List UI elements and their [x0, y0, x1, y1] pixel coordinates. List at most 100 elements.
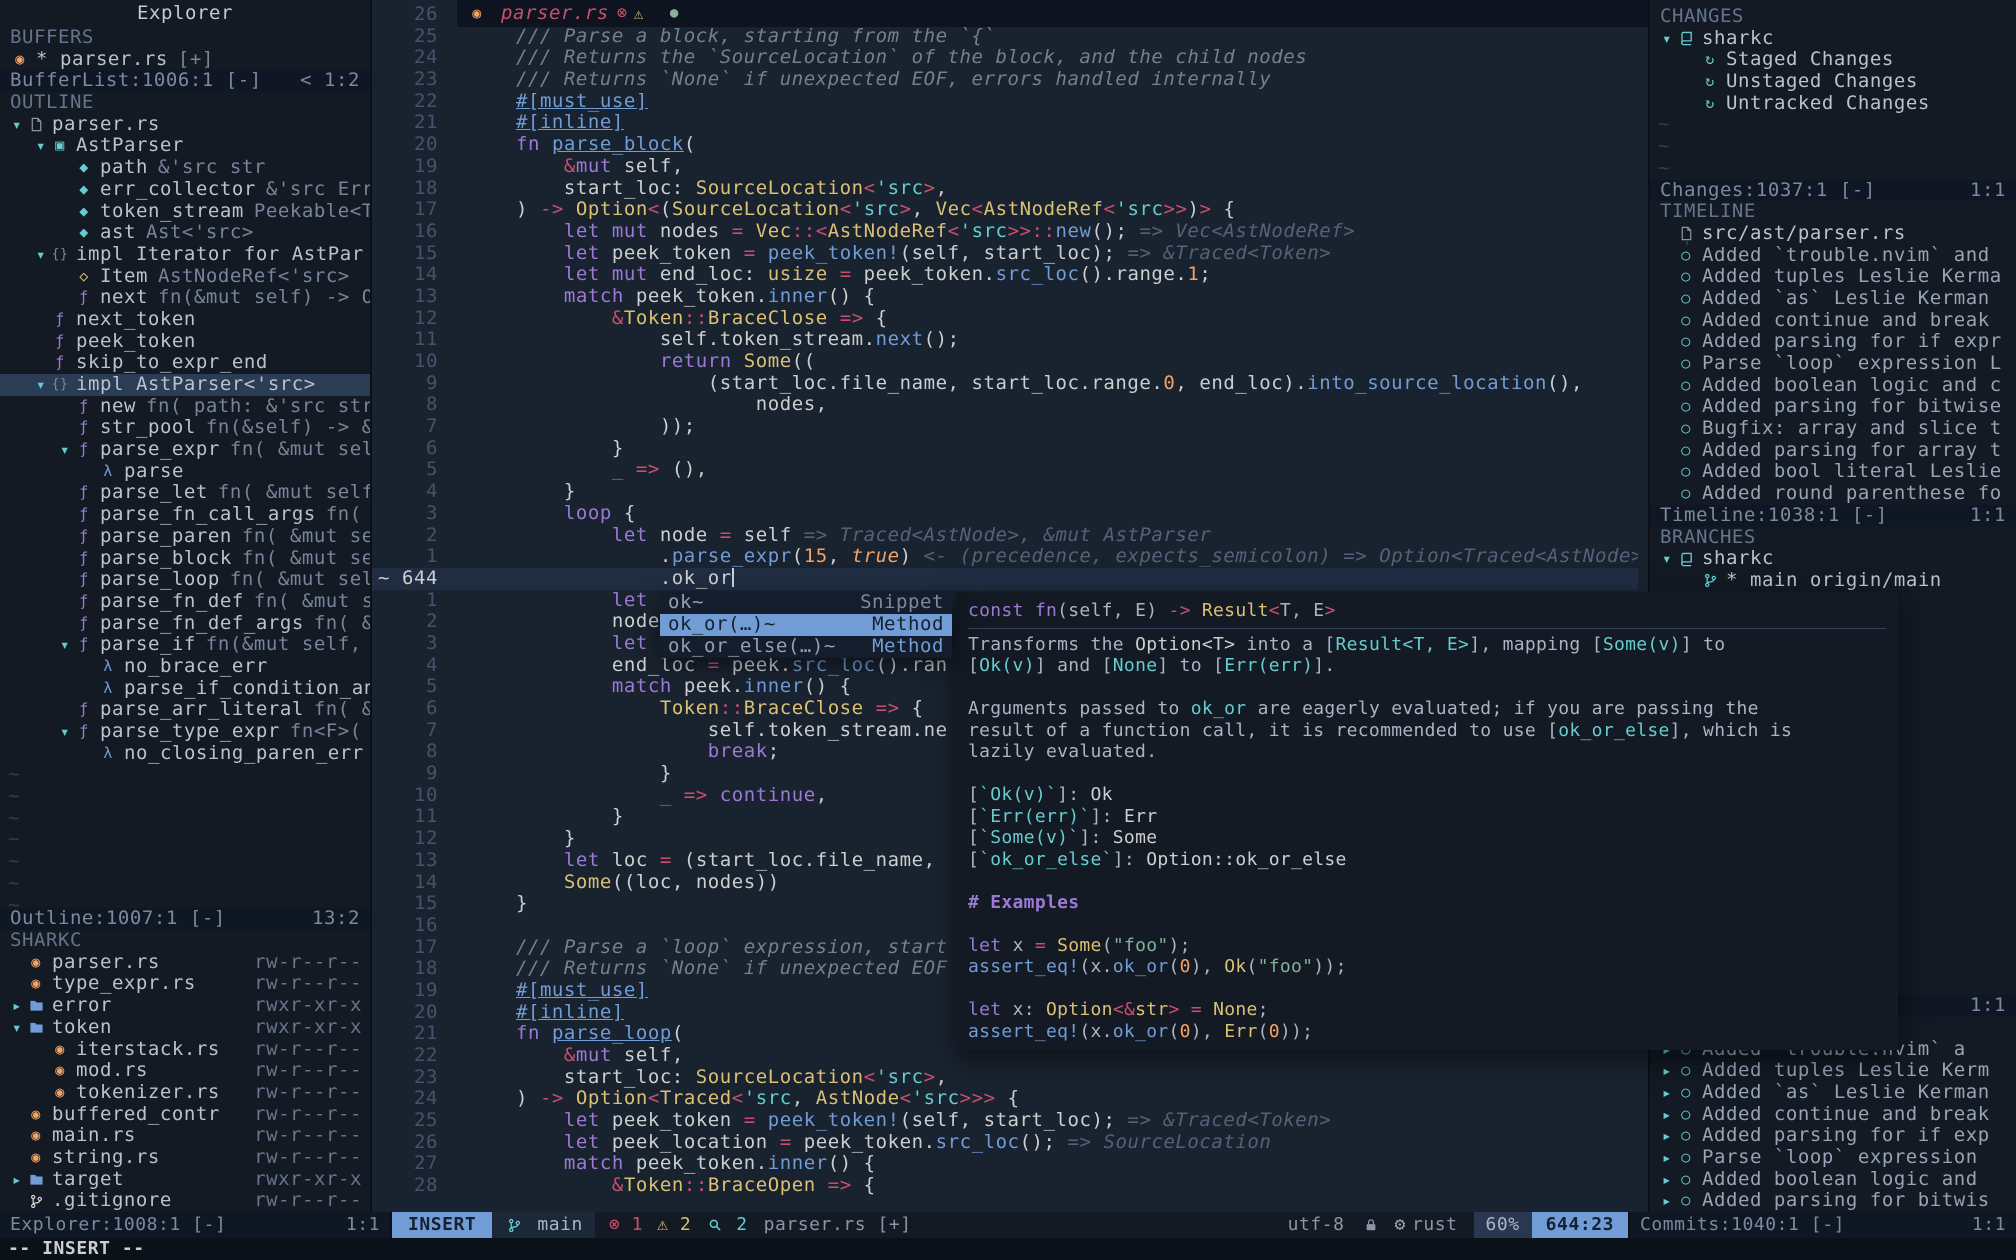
file-item[interactable]: .gitignorerw-r--r-- — [0, 1190, 370, 1212]
code-line[interactable]: #[must_use] — [452, 91, 1638, 113]
timeline-commit[interactable]: ○Added parsing for array t — [1650, 440, 2016, 462]
completion-item[interactable]: ok_or(…)~Method — [660, 614, 952, 636]
code-line[interactable]: &Token::BraceClose => { — [452, 308, 1638, 330]
timeline-commit[interactable]: ○Added boolean logic and c — [1650, 375, 2016, 397]
code-line[interactable]: loop { — [452, 503, 1638, 525]
changes-item[interactable]: ▾sharkc — [1650, 28, 2016, 50]
code-line[interactable]: let mut nodes = Vec::<AstNodeRef<'src>>:… — [452, 221, 1638, 243]
commit-item[interactable]: ▸○Added tuples Leslie Kerm — [1650, 1060, 2016, 1082]
hint-count[interactable]: 2 — [705, 1214, 747, 1236]
outline-item[interactable]: ▾{}impl Iterator for AstPar — [0, 244, 370, 266]
tab-filename[interactable]: parser.rs — [501, 3, 609, 25]
branch-item[interactable]: ▾sharkc — [1650, 548, 2016, 570]
code-line[interactable]: /// Returns `None` if unexpected EOF, er… — [452, 69, 1638, 91]
outline-item[interactable]: ƒpeek_token — [0, 331, 370, 353]
outline-item[interactable]: ƒstr_poolfn(&self) -> & — [0, 417, 370, 439]
timeline-commit[interactable]: ○Parse `loop` expression L — [1650, 353, 2016, 375]
code-line[interactable]: let mut end_loc: usize = peek_token.src_… — [452, 264, 1638, 286]
outline-item[interactable]: ƒparse_fn_call_argsfn( — [0, 504, 370, 526]
code-line[interactable]: } — [452, 481, 1638, 503]
code-line[interactable]: self.token_stream.next(); — [452, 329, 1638, 351]
outline-item[interactable]: ▾ƒparse_type_exprfn<F>( — [0, 721, 370, 743]
file-item[interactable]: ◉buffered_contrrw-r--r-- — [0, 1104, 370, 1126]
timeline-commit[interactable]: ○Added round parenthese fo — [1650, 483, 2016, 505]
code-line[interactable]: &Token::BraceOpen => { — [452, 1175, 1638, 1197]
commit-item[interactable]: ▸○Added boolean logic and — [1650, 1169, 2016, 1191]
outline-item[interactable]: ƒnext_token — [0, 309, 370, 331]
outline-item[interactable]: ▾{}impl AstParser<'src> — [0, 374, 370, 396]
file-item[interactable]: ▾tokenrwxr-xr-x — [0, 1017, 370, 1039]
timeline-commit[interactable]: ○Added bool literal Leslie — [1650, 461, 2016, 483]
file-item[interactable]: ◉parser.rsrw-r--r-- — [0, 952, 370, 974]
error-count[interactable]: ⊗ 1 — [609, 1214, 643, 1236]
code-line[interactable]: } — [452, 438, 1638, 460]
outline-item[interactable]: ▾ƒparse_iffn(&mut self, — [0, 634, 370, 656]
git-branch-indicator[interactable]: main — [492, 1212, 595, 1238]
file-item[interactable]: ◉string.rsrw-r--r-- — [0, 1147, 370, 1169]
outline-item[interactable]: ▾parser.rs — [0, 114, 370, 136]
code-line[interactable]: let node = self => Traced<AstNode>, &mut… — [452, 525, 1638, 547]
outline-item[interactable]: ◆err_collector&'src Err — [0, 179, 370, 201]
outline-item[interactable]: ƒnewfn( path: &'src str — [0, 396, 370, 418]
outline-item[interactable]: λno_closing_paren_err — [0, 743, 370, 765]
code-line[interactable]: _ => (), — [452, 459, 1638, 481]
outline-item[interactable]: ƒparse_arr_literalfn( & — [0, 699, 370, 721]
warning-count[interactable]: ⚠ 2 — [657, 1214, 691, 1236]
code-line[interactable]: return Some(( — [452, 351, 1638, 373]
code-line[interactable]: let peek_token = peek_token!(self, start… — [452, 243, 1638, 265]
timeline-file[interactable]: src/ast/parser.rs — [1650, 223, 2016, 245]
code-line[interactable]: fn parse_block( — [452, 134, 1638, 156]
file-item[interactable]: ◉main.rsrw-r--r-- — [0, 1125, 370, 1147]
outline-item[interactable]: ▾▣AstParser — [0, 135, 370, 157]
commit-item[interactable]: ▸○Added parsing for bitwis — [1650, 1190, 2016, 1212]
outline-item[interactable]: ◆astAst<'src> — [0, 222, 370, 244]
code-line[interactable]: match peek_token.inner() { — [452, 286, 1638, 308]
code-line[interactable]: ) -> Option<(SourceLocation<'src>, Vec<A… — [452, 199, 1638, 221]
code-line[interactable]: .parse_expr(15, true) <- (precedence, ex… — [452, 546, 1638, 568]
outline-item[interactable]: ƒparse_loopfn( &mut sel — [0, 569, 370, 591]
outline-item[interactable]: ƒnextfn(&mut self) -> O — [0, 287, 370, 309]
file-item[interactable]: ◉type_expr.rsrw-r--r-- — [0, 973, 370, 995]
file-item[interactable]: ◉tokenizer.rsrw-r--r-- — [0, 1082, 370, 1104]
outline-item[interactable]: ◇ItemAstNodeRef<'src> — [0, 266, 370, 288]
outline-item[interactable]: ƒskip_to_expr_end — [0, 352, 370, 374]
branch-item[interactable]: * main origin/main — [1650, 570, 2016, 592]
outline-item[interactable]: ◆path&'src str — [0, 157, 370, 179]
code-line[interactable]: let peek_token = peek_token!(self, start… — [452, 1110, 1638, 1132]
timeline-commit[interactable]: ○Added parsing for bitwise — [1650, 396, 2016, 418]
timeline-commit[interactable]: ○Added parsing for if expr — [1650, 331, 2016, 353]
timeline-commit[interactable]: ○Bugfix: array and slice t — [1650, 418, 2016, 440]
outline-item[interactable]: λno_brace_err — [0, 656, 370, 678]
code-line[interactable]: (start_loc.file_name, start_loc.range.0,… — [452, 373, 1638, 395]
timeline-commit[interactable]: ○Added tuples Leslie Kerma — [1650, 266, 2016, 288]
commit-item[interactable]: ▸○Added `as` Leslie Kerman — [1650, 1082, 2016, 1104]
code-line[interactable]: )); — [452, 416, 1638, 438]
outline-item[interactable]: ƒparse_fn_deffn( &mut s — [0, 591, 370, 613]
timeline-commit[interactable]: ○Added `as` Leslie Kerman — [1650, 288, 2016, 310]
file-item[interactable]: ▸targetrwxr-xr-x — [0, 1169, 370, 1191]
completion-item[interactable]: ok~Snippet — [660, 592, 952, 614]
changes-item[interactable]: ↻Staged Changes — [1650, 49, 2016, 71]
code-line[interactable]: /// Returns the `SourceLocation` of the … — [452, 47, 1638, 69]
command-line[interactable]: -- INSERT -- — [0, 1238, 2016, 1260]
code-line[interactable]: match peek_token.inner() { — [452, 1153, 1638, 1175]
changes-item[interactable]: ↻Untracked Changes — [1650, 93, 2016, 115]
code-line[interactable]: .ok_or — [452, 568, 1638, 590]
timeline-commit[interactable]: ○Added `trouble.nvim` and — [1650, 245, 2016, 267]
commit-item[interactable]: ▸○Added continue and break — [1650, 1104, 2016, 1126]
code-line[interactable]: &mut self, — [452, 156, 1638, 178]
outline-item[interactable]: ƒparse_parenfn( &mut se — [0, 526, 370, 548]
outline-item[interactable]: λparse_if_condition_and — [0, 678, 370, 700]
close-icon[interactable]: ⊗ — [617, 3, 628, 25]
changes-item[interactable]: ↻Unstaged Changes — [1650, 71, 2016, 93]
buffer-item[interactable]: ◉* parser.rs[+] — [0, 49, 370, 71]
file-item[interactable]: ◉mod.rsrw-r--r-- — [0, 1060, 370, 1082]
code-line[interactable]: ) -> Option<Traced<'src, AstNode<'src>>>… — [452, 1088, 1638, 1110]
code-line[interactable]: let peek_location = peek_token.src_loc()… — [452, 1132, 1638, 1154]
timeline-commit[interactable]: ○Added continue and break — [1650, 310, 2016, 332]
code-line[interactable]: /// Parse a block, starting from the `{` — [452, 26, 1638, 48]
completion-item[interactable]: ok_or_else(…)~Method — [660, 636, 952, 658]
outline-item[interactable]: ƒparse_blockfn( &mut se — [0, 548, 370, 570]
file-item[interactable]: ◉iterstack.rsrw-r--r-- — [0, 1039, 370, 1061]
file-item[interactable]: ▸errorrwxr-xr-x — [0, 995, 370, 1017]
